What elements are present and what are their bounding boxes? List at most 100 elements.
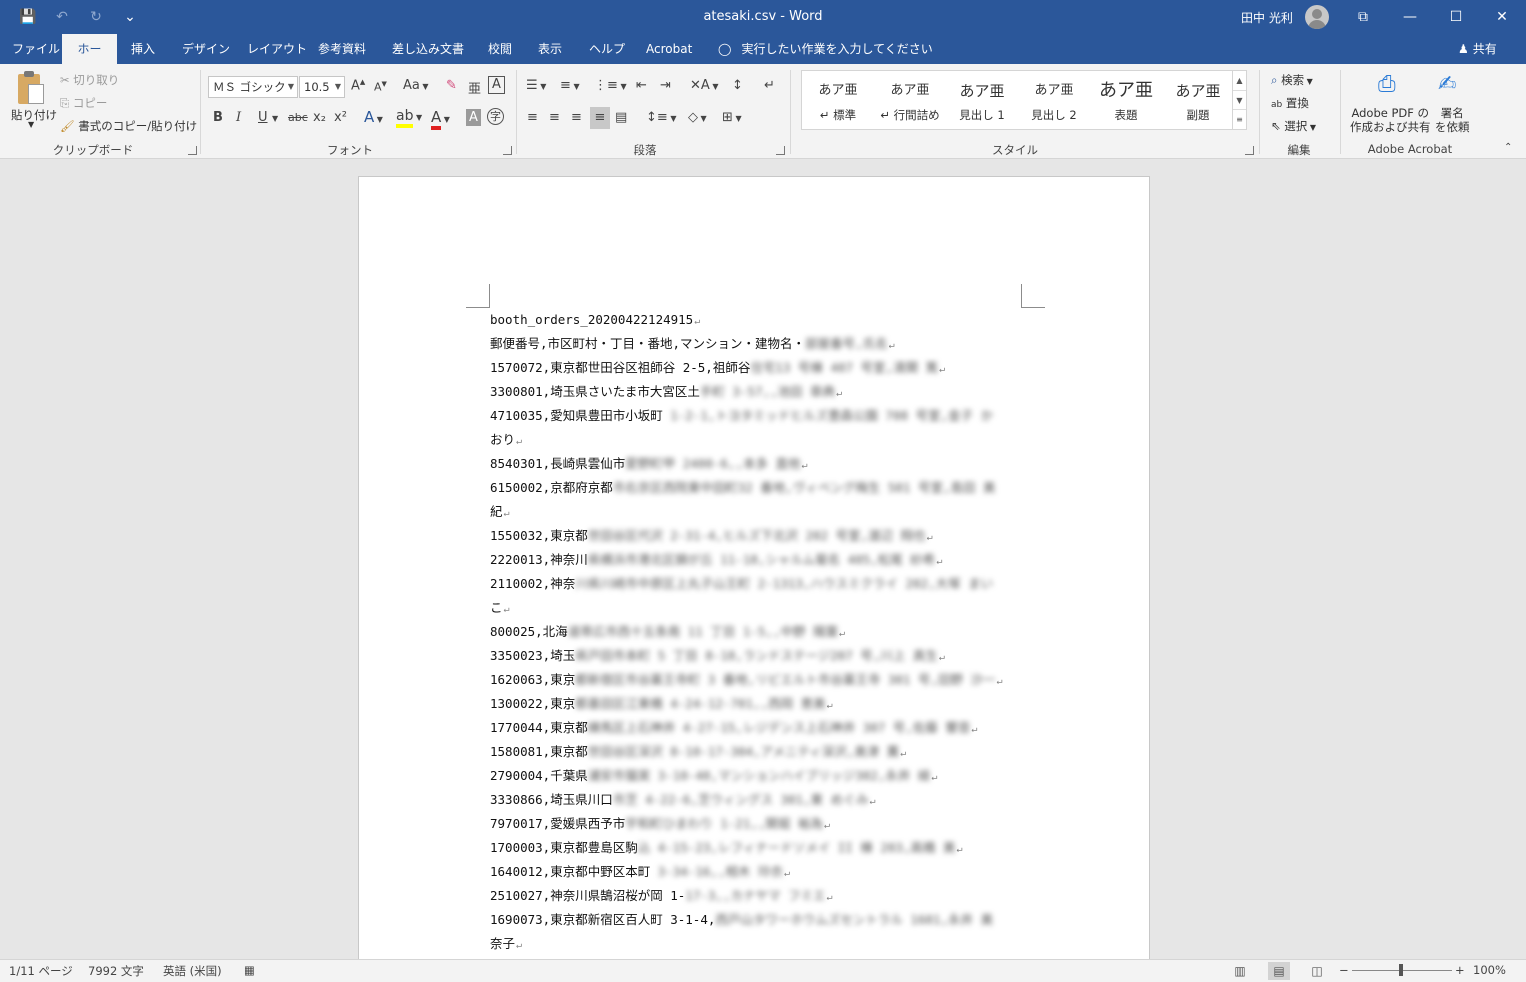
- select-button[interactable]: ⇖ 選択 ▼: [1271, 118, 1316, 134]
- paste-icon[interactable]: [14, 70, 50, 108]
- format-painter-button[interactable]: 🖌 書式のコピー/貼り付け: [60, 118, 197, 134]
- style-title[interactable]: あア亜 表題: [1090, 71, 1162, 129]
- document-line[interactable]: 2510027,神奈川県鵠沼桜が岡 1-17-3,,カナヤマ フミエ↵: [490, 884, 1030, 908]
- shading-icon[interactable]: ◇ ▼: [688, 110, 707, 125]
- gallery-up-icon[interactable]: ▲: [1233, 71, 1246, 90]
- avatar[interactable]: [1305, 5, 1329, 29]
- paragraph-dialog-launcher[interactable]: [776, 146, 785, 155]
- font-name-combo[interactable]: ＭＳ ゴシック ▼: [208, 76, 298, 98]
- request-signature-button[interactable]: 署名 を依頼: [1435, 106, 1470, 134]
- user-name[interactable]: 田中 光利: [1241, 9, 1293, 26]
- tab-layout[interactable]: レイアウト: [237, 34, 317, 64]
- replace-button[interactable]: ab 置換: [1271, 95, 1309, 111]
- bold-button[interactable]: B: [213, 110, 223, 125]
- document-line[interactable]: 2110002,神奈川県川崎市中原区上丸子山王町 2-1313,ハウスミクライ …: [490, 572, 1030, 596]
- character-spacing-icon[interactable]: ✕A ▼: [690, 78, 719, 93]
- clear-formatting-icon[interactable]: ✎: [446, 78, 457, 93]
- multilevel-list-icon[interactable]: ⋮≡ ▼: [594, 78, 627, 93]
- document-line[interactable]: 1580081,東京都世田谷区深沢 8-10-17-304,アメニティ深沢,奥津…: [490, 740, 1030, 764]
- phonetic-guide-icon[interactable]: 亜: [468, 78, 481, 97]
- document-line[interactable]: 1690073,東京都新宿区百人町 3-1-4,西戸山タワーホウムズセントラル …: [490, 908, 1030, 932]
- tab-home[interactable]: ホーム: [62, 34, 117, 86]
- subscript-button[interactable]: x₂: [313, 110, 326, 125]
- document-line[interactable]: 1700003,東京都豊島区駒込 4-15-23,レフィナードソメイ II 棟 …: [490, 836, 1030, 860]
- tab-references[interactable]: 参考資料: [308, 34, 376, 64]
- grow-font-icon[interactable]: A▲: [351, 78, 365, 93]
- justify-icon[interactable]: ≡: [590, 107, 610, 129]
- paste-dropdown-icon[interactable]: ▼: [28, 120, 34, 129]
- find-button[interactable]: ⌕ 検索 ▼: [1271, 72, 1313, 88]
- ribbon-display-options-icon[interactable]: ⧉: [1340, 0, 1386, 34]
- change-case-button[interactable]: Aa ▼: [403, 78, 429, 93]
- tab-review[interactable]: 校閲: [478, 34, 522, 64]
- underline-button[interactable]: U: [258, 110, 268, 125]
- distributed-icon[interactable]: ▤: [615, 110, 627, 125]
- document-line[interactable]: 3350023,埼玉県戸田市本町 5 丁目 8-18,ランドステージ207 号,…: [490, 644, 1030, 668]
- word-count[interactable]: 7992 文字: [88, 963, 144, 979]
- zoom-level[interactable]: 100%: [1473, 963, 1506, 977]
- macro-record-icon[interactable]: ▦: [244, 963, 255, 977]
- underline-dropdown-icon[interactable]: ▼: [272, 114, 278, 123]
- tab-insert[interactable]: 挿入: [121, 34, 165, 64]
- font-size-combo[interactable]: 10.5 ▼: [299, 76, 345, 98]
- style-heading-2[interactable]: あア亜 見出し 2: [1018, 71, 1090, 129]
- copy-button[interactable]: ⎘ コピー: [60, 95, 107, 111]
- read-mode-icon[interactable]: ▥: [1229, 962, 1251, 980]
- document-line[interactable]: 2790004,千葉県浦安市猫実 3-10-40,マンションハイブリッジ302,…: [490, 764, 1030, 788]
- tab-acrobat[interactable]: Acrobat: [636, 34, 702, 64]
- bullets-icon[interactable]: ☰ ▼: [526, 78, 546, 93]
- tab-view[interactable]: 表示: [528, 34, 572, 64]
- character-shading-icon[interactable]: A: [466, 109, 481, 126]
- cut-button[interactable]: ✂ 切り取り: [60, 72, 119, 88]
- zoom-slider-thumb[interactable]: [1399, 964, 1403, 976]
- shrink-font-icon[interactable]: A▼: [374, 80, 387, 94]
- styles-dialog-launcher[interactable]: [1245, 146, 1254, 155]
- superscript-button[interactable]: x²: [334, 110, 347, 125]
- tab-design[interactable]: デザイン: [172, 34, 240, 64]
- document-line[interactable]: こ↵: [490, 596, 1030, 620]
- style-heading-1[interactable]: あア亜 見出し 1: [946, 71, 1018, 129]
- align-center-icon[interactable]: ≡: [549, 110, 560, 125]
- strikethrough-button[interactable]: abc: [288, 111, 308, 124]
- document-line[interactable]: おり↵: [490, 428, 1030, 452]
- align-right-icon[interactable]: ≡: [571, 110, 582, 125]
- web-layout-icon[interactable]: ◫: [1306, 962, 1328, 980]
- style-normal[interactable]: あア亜 ↵ 標準: [802, 71, 874, 129]
- styles-gallery-scroll[interactable]: ▲ ▼ ≡: [1232, 71, 1246, 129]
- style-no-spacing[interactable]: あア亜 ↵ 行間詰め: [874, 71, 946, 129]
- document-line[interactable]: 6150002,京都府京都市右京区西院東中田町32 番地,ヴィベング梅生 501…: [490, 476, 1030, 500]
- document-line[interactable]: 1300022,東京都墨田区江東橋 4-24-12-701,,西岡 恵美↵: [490, 692, 1030, 716]
- enclose-characters-icon[interactable]: A: [488, 76, 505, 94]
- style-subtitle[interactable]: あア亜 副題: [1162, 71, 1234, 129]
- print-layout-icon[interactable]: ▤: [1268, 962, 1290, 980]
- document-line[interactable]: 郵便番号,市区町村・丁目・番地,マンション・建物名・部屋番号,氏名↵: [490, 332, 1030, 356]
- collapse-ribbon-icon[interactable]: ⌃: [1504, 142, 1512, 153]
- document-line[interactable]: 1570072,東京都世田谷区祖師谷 2-5,祖師谷住宅13 号棟 407 号室…: [490, 356, 1030, 380]
- zoom-in-icon[interactable]: +: [1455, 963, 1465, 977]
- document-line[interactable]: booth_orders_20200422124915↵: [490, 308, 1030, 332]
- highlight-color-icon[interactable]: ab ▼: [396, 108, 422, 128]
- share-button[interactable]: ♟ 共有: [1458, 34, 1497, 64]
- align-left-icon[interactable]: ≡: [527, 110, 538, 125]
- show-formatting-marks-icon[interactable]: ↵: [764, 78, 775, 93]
- tab-file[interactable]: ファイル: [2, 34, 70, 64]
- gallery-down-icon[interactable]: ▼: [1233, 90, 1246, 109]
- document-line[interactable]: 奈子↵: [490, 932, 1030, 956]
- create-pdf-icon[interactable]: ⎙: [1378, 72, 1396, 97]
- decrease-indent-icon[interactable]: ⇤: [636, 78, 647, 93]
- document-line[interactable]: 1640012,東京都中野区本町 3-34-16,,相木 玲衣↵: [490, 860, 1030, 884]
- document-body[interactable]: booth_orders_20200422124915↵ 郵便番号,市区町村・丁目…: [490, 308, 1030, 956]
- document-line[interactable]: 3330866,埼玉県川口市芝 4-22-6,芝ウィングス 301,東 めぐみ↵: [490, 788, 1030, 812]
- tell-me-search[interactable]: ◯ 実行したい作業を入力してください: [718, 34, 933, 64]
- document-line[interactable]: 1620063,東京都新宿区市谷薬王寺町 3 番地,リビエルト市谷薬王寺 301…: [490, 668, 1030, 692]
- font-color-icon[interactable]: A ▼: [431, 108, 450, 130]
- numbering-icon[interactable]: ≡ ▼: [560, 78, 580, 93]
- enclosed-character-icon[interactable]: 字: [487, 108, 504, 125]
- document-line[interactable]: 3300801,埼玉県さいたま市大宮区土手町 3-57,,池田 章典↵: [490, 380, 1030, 404]
- minimize-button[interactable]: —: [1387, 0, 1433, 34]
- document-line[interactable]: 2220013,神奈川県横浜市港北区錦が丘 11-18,シャルム菊名 405,松…: [490, 548, 1030, 572]
- page-count[interactable]: 1/11 ページ: [9, 963, 73, 979]
- language-indicator[interactable]: 英語 (米国): [163, 963, 222, 979]
- italic-button[interactable]: I: [236, 110, 241, 125]
- create-pdf-button[interactable]: Adobe PDF の作成および共有: [1350, 106, 1431, 134]
